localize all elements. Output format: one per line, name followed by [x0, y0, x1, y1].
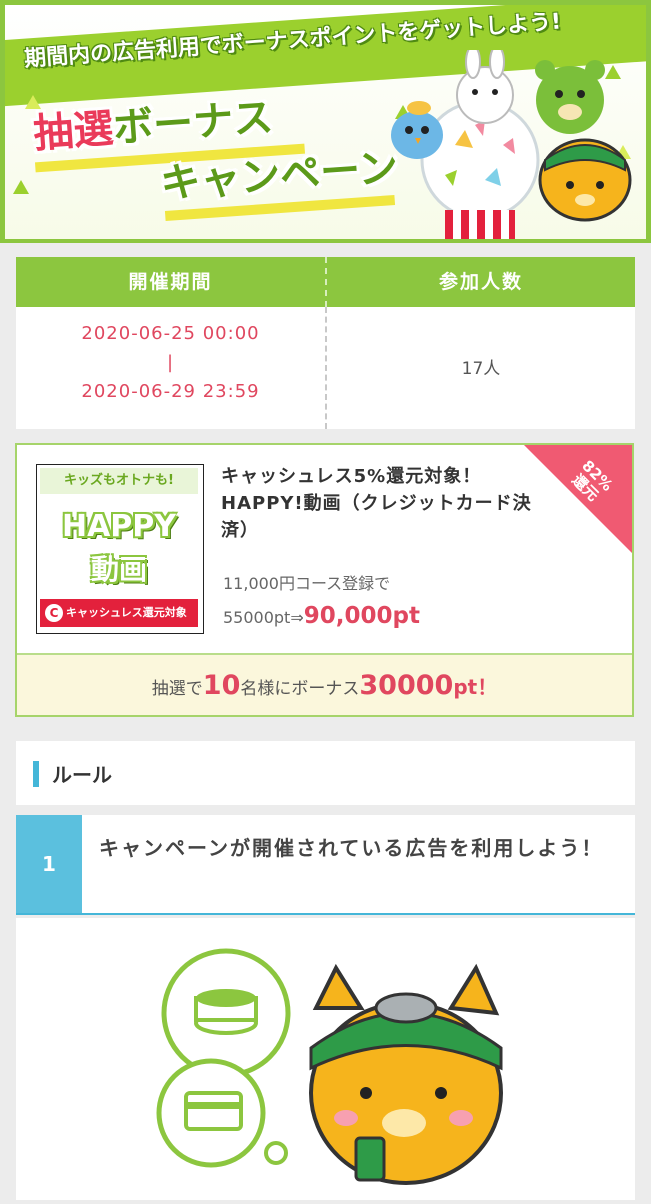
period-separator: |	[166, 352, 175, 373]
logo-line2: 動画	[90, 553, 147, 586]
banner-inner: 期間内の広告利用でボーナスポイントをゲットしよう! 抽選ボーナス キャンペーン	[5, 5, 646, 239]
bonus-mid: 名様にボーナス	[240, 679, 360, 699]
ad-points: 55000pt⇒90,000pt	[223, 603, 420, 629]
bonus-points: 30000	[359, 670, 454, 701]
rules-heading: ルール	[52, 763, 112, 787]
mascot-shopping-illustration	[156, 948, 503, 1185]
mascot-illustration	[391, 50, 632, 239]
ad-thumbnail[interactable]: キッズもオトナも! HAPPY 動画 C キャッシュレス還元対象	[36, 464, 204, 634]
period-label: 開催期間	[128, 271, 213, 293]
happy-douga-logo: HAPPY 動画	[37, 495, 201, 595]
thumbnail-tagline: キッズもオトナも!	[40, 468, 198, 494]
campaign-period: 2020-06-25 00:00 | 2020-06-29 23:59	[16, 319, 325, 406]
logo-line1: HAPPY	[61, 509, 177, 544]
participants-label: 参加人数	[438, 271, 523, 293]
ad-title[interactable]: キャッシュレス5%還元対象！HAPPY!動画（クレジットカード決済）	[221, 463, 551, 544]
confetti-decoration	[13, 180, 29, 194]
step-illustration	[16, 918, 635, 1200]
bonus-suffix: pt！	[453, 675, 498, 699]
rules-section-header: ルール	[16, 741, 635, 805]
period-end: 2020-06-29 23:59	[81, 381, 260, 402]
confetti-decoration	[25, 95, 41, 109]
rule-step: 1 キャンペーンが開催されている広告を利用しよう！	[16, 815, 635, 915]
step-number: 1	[16, 815, 82, 913]
bonus-prefix: 抽選で	[151, 679, 203, 699]
header-divider	[325, 257, 327, 307]
cashless-icon: C	[45, 604, 63, 622]
step-text: キャンペーンが開催されている広告を利用しよう！	[99, 836, 604, 860]
points-after: 90,000pt	[303, 603, 420, 629]
banner-title-red: 抽選	[31, 105, 115, 158]
campaign-banner: 期間内の広告利用でボーナスポイントをゲットしよう! 抽選ボーナス キャンペーン	[0, 0, 651, 243]
cashless-badge: C キャッシュレス還元対象	[40, 599, 198, 627]
participant-count: 17人	[461, 359, 501, 379]
banner-title-green: ボーナス	[111, 94, 275, 152]
ad-card[interactable]: キッズもオトナも! HAPPY 動画 C キャッシュレス還元対象 キャッシュレス…	[15, 443, 634, 717]
bonus-banner: 抽選で10名様にボーナス30000pt！	[17, 653, 632, 715]
campaign-info-card: 開催期間 参加人数 2020-06-25 00:00 | 2020-06-29 …	[16, 257, 635, 429]
ad-course: 11,000円コース登録で	[223, 574, 391, 593]
cashless-badge-label: キャッシュレス還元対象	[66, 606, 187, 619]
bonus-count: 10	[202, 670, 241, 701]
period-start: 2020-06-25 00:00	[81, 323, 260, 344]
heading-accent-bar	[33, 761, 39, 787]
points-before: 55000pt⇒	[223, 608, 304, 627]
